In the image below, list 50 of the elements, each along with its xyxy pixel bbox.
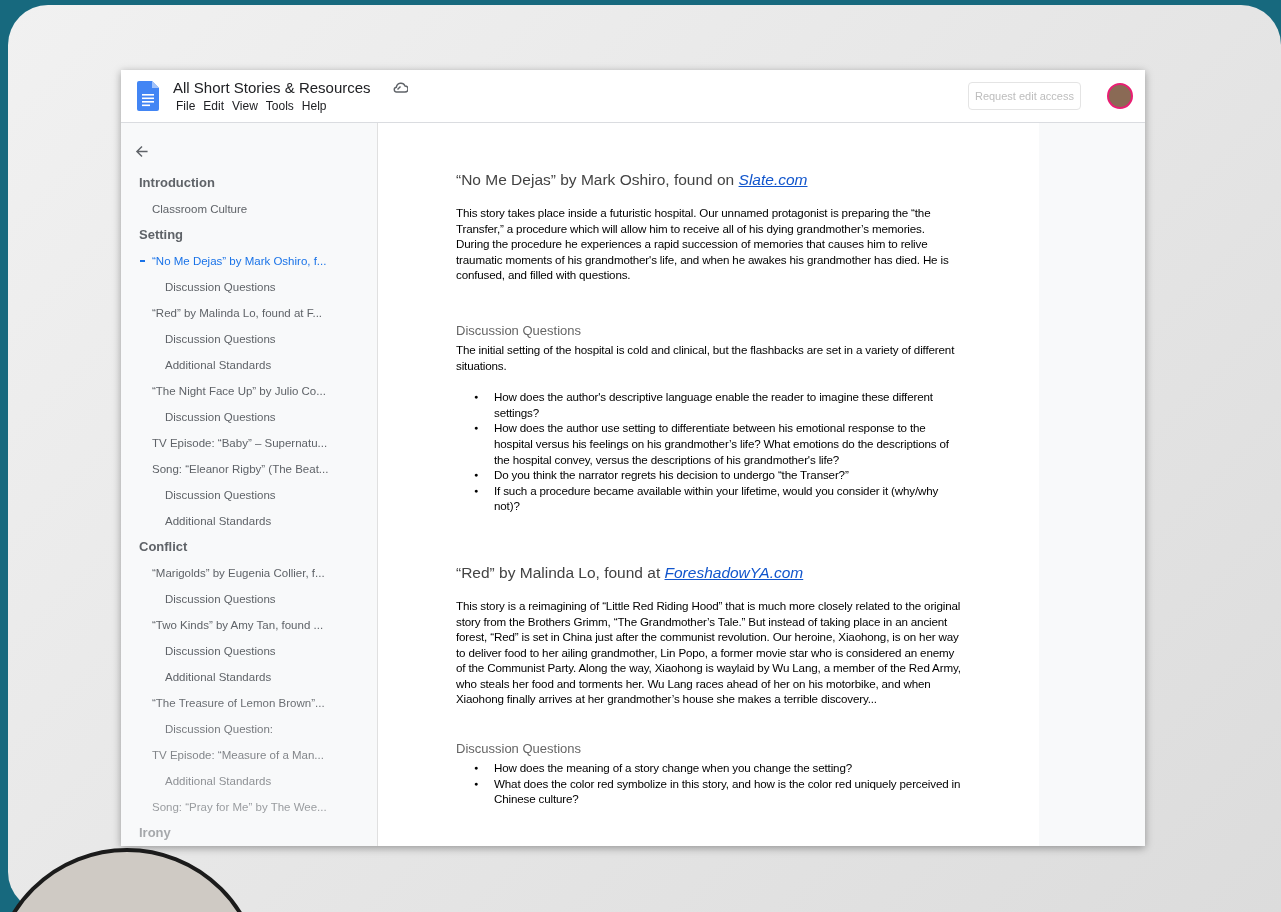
outline-item[interactable]: Discussion Question: (165, 716, 274, 742)
question-item: How does the author's descriptive language enable the reader to imagine these different settings? (494, 389, 934, 421)
cloud-icon[interactable] (392, 81, 408, 93)
outline-item[interactable]: Classroom Culture (152, 196, 248, 222)
outline-item[interactable]: TV Episode: “Baby” – Supernatu... (152, 430, 328, 456)
question-item: What does the color red symbolize in this story, and how is the color red uniquely perceived in Chinese culture? (494, 775, 961, 807)
question-item: If such a procedure became available within your lifetime, would you consider it (why/why not)? (494, 482, 940, 514)
outline-item[interactable]: Additional Standards (165, 664, 272, 690)
question-item: How does the author use setting to differentiate between his emotional response to the hospital versus his feelings on his grandmother’s life? What emotions do the descriptions of the hospital convey, versus the descriptions of his grandmother's life? (494, 420, 950, 468)
outline-item[interactable]: Discussion Questions (165, 404, 276, 430)
outline-item[interactable]: “The Treasure of Lemon Brown”... (152, 690, 325, 716)
outline-item[interactable]: Additional Standards (165, 508, 272, 534)
document-icon (137, 81, 159, 111)
menu-item[interactable]: View (229, 97, 261, 114)
story-summary: This story is a reimagining of “Little Red Riding Hood” that is much more closely related to the original story from the Brothers Grimm, “The Grandmother’s Tale.” But instead of taking place in an ancient forest, “Red” is set in China just after the communist revolution. Our heroine, Xiaohong, is on her way to deliver food to her ailing grandmother, Lin Popo, a former movie star who is considered an enemy of the Communist Party. Along the way, Xiaohong is waylaid by Wu Lang, a member of the Red Army, who steals her food and torments her. Wu Lang races ahead of her on his motorbike, and when Xiaohong finally arrives at her grandmother’s house she makes a terrible discovery... (456, 597, 961, 708)
section-heading: “No Me Dejas” by Mark Oshiro, found on Slate.com (456, 171, 809, 189)
outline-item[interactable]: Additional Standards (165, 768, 272, 794)
outline-item[interactable]: “The Night Face Up” by Julio Co... (152, 378, 326, 404)
outline-item[interactable]: “No Me Dejas” by Mark Oshiro, f... (152, 248, 327, 274)
document-title: All Short Stories & Resources (173, 78, 371, 96)
outline-heading[interactable]: Setting (139, 222, 184, 248)
outline-heading[interactable]: Conflict (139, 534, 188, 560)
question-item: Do you think the narrator regrets his decision to undergo “the Transer?” (494, 467, 849, 483)
outline-item[interactable]: Discussion Questions (165, 482, 276, 508)
outline-item[interactable]: Additional Standards (165, 352, 272, 378)
intro-paragraph: The initial setting of the hospital is cold and clinical, but the flashbacks are set in a variety of different situations. (456, 341, 956, 374)
outline-heading[interactable]: Introduction (139, 170, 215, 196)
outline-item[interactable]: TV Episode: “Measure of a Man... (152, 742, 324, 768)
subheading: Discussion Questions (456, 741, 582, 757)
subheading: Discussion Questions (456, 322, 582, 338)
back-arrow-icon[interactable] (135, 145, 149, 158)
section-heading: “Red” by Malinda Lo, found at ForeshadowYA.com (456, 563, 805, 582)
outline-item[interactable]: Discussion Questions (165, 638, 276, 664)
outline-item[interactable]: Discussion Questions (165, 586, 276, 612)
outline-item[interactable]: Song: “Eleanor Rigby” (The Beat... (152, 456, 329, 482)
menu-item[interactable]: File (173, 97, 199, 114)
source-link[interactable]: Slate.com (738, 171, 808, 188)
menu-item[interactable]: Tools (262, 97, 297, 114)
menu-item[interactable]: Help (298, 97, 330, 114)
outline-item[interactable]: “Red” by Malinda Lo, found at F... (152, 300, 323, 326)
outline-item[interactable]: Discussion Questions (165, 274, 276, 300)
outline-item[interactable]: Discussion Questions (165, 326, 276, 352)
outline-item[interactable]: “Two Kinds” by Amy Tan, found ... (152, 612, 324, 638)
selection-marker (140, 260, 145, 262)
question-item: How does the meaning of a story change when you change the setting? (494, 760, 852, 776)
outline-item[interactable]: “Marigolds” by Eugenia Collier, f... (152, 560, 325, 586)
story-summary: This story takes place inside a futuristic hospital. Our unnamed protagonist is preparing the “the Transfer,” a procedure which will allow him to receive all of his dying grandmother’s memories. During the procedure he experiences a rapid succession of memories that causes him to relive traumatic moments of his grandmother's life, and when he awakes his grandmother has died. He is confused, and filled with questions. (456, 205, 950, 283)
source-link[interactable]: ForeshadowYA.com (664, 563, 804, 581)
avatar[interactable] (1107, 83, 1133, 109)
menu-item[interactable]: Edit (200, 97, 228, 114)
